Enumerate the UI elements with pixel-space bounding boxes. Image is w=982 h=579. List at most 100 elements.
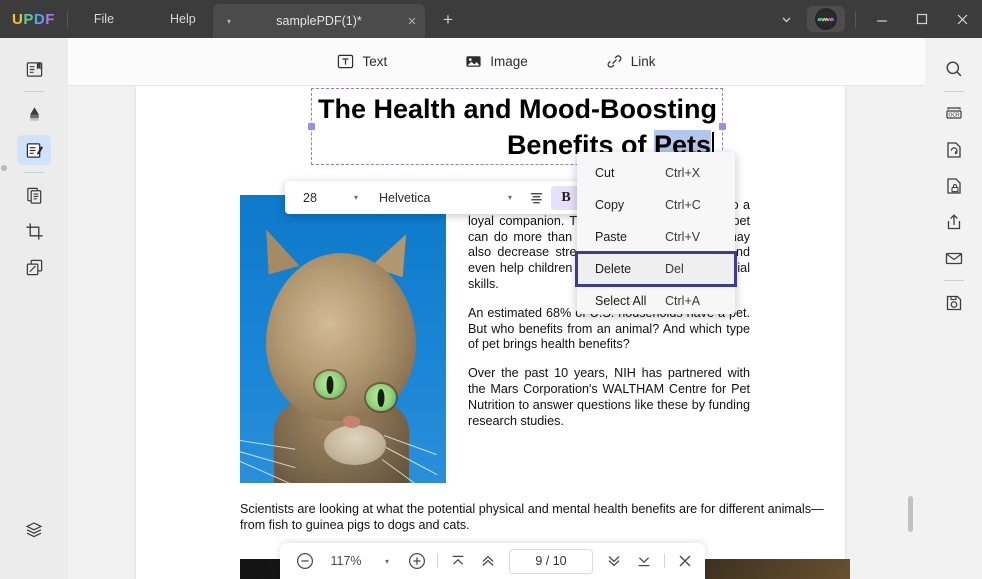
right-item-email[interactable] [937, 243, 971, 273]
comment-highlighter-icon [29, 106, 39, 121]
bold-label: B [561, 189, 571, 205]
link-icon [606, 53, 623, 70]
pdf-page[interactable]: The Health and Mood-Boosting Benefits of… [136, 86, 850, 579]
tab-dropdown-icon[interactable]: ▾ [219, 17, 239, 26]
align-button[interactable] [521, 186, 551, 210]
ocr-icon: OCR [945, 107, 962, 119]
resize-handle-right[interactable] [719, 123, 726, 130]
sidebar-item-layers[interactable] [17, 515, 51, 545]
delete-label: Delete [595, 262, 632, 276]
logo-letter-p: P [23, 10, 34, 28]
protect-lock-icon [946, 178, 961, 194]
close-toolbar-button[interactable] [670, 547, 700, 575]
sidebar-collapse-handle[interactable] [0, 156, 7, 182]
context-menu-item-delete[interactable]: Delete Del [575, 251, 737, 287]
zoom-out-icon [296, 552, 314, 570]
right-separator-2 [943, 280, 964, 281]
edit-toolbar: Text Image Link [68, 38, 925, 86]
image-tool[interactable]: Image [455, 48, 538, 75]
titlebar-divider [66, 10, 68, 28]
previous-page-button[interactable] [473, 547, 503, 575]
context-menu[interactable]: Cut Ctrl+X Copy Ctrl+C Paste Ctrl+V Dele… [575, 152, 737, 317]
zoom-out-button[interactable] [290, 547, 320, 575]
right-item-share[interactable] [937, 207, 971, 237]
context-menu-item-cut[interactable]: Cut Ctrl+X [577, 157, 735, 189]
last-page-icon [638, 557, 650, 567]
cat-photo[interactable] [240, 195, 446, 483]
select-all-label: Select All [595, 294, 647, 308]
font-size-value[interactable]: 28 [285, 191, 345, 205]
context-menu-item-select-all[interactable]: Select All Ctrl+A [577, 285, 735, 317]
bottom-divider-2 [664, 554, 665, 568]
ai-logo-icon [815, 8, 837, 30]
bottom-toolbar: 117% ▾ 9 / 10 [280, 543, 705, 579]
document-viewport[interactable]: The Health and Mood-Boosting Benefits of… [68, 86, 925, 579]
right-item-save[interactable] [937, 288, 971, 318]
font-family-dropdown-icon[interactable]: ▾ [499, 193, 521, 202]
link-tool[interactable]: Link [596, 48, 666, 75]
right-item-ocr[interactable]: OCR [937, 99, 971, 129]
menu-help[interactable]: Help [156, 7, 210, 31]
zoom-in-icon [408, 552, 426, 570]
sidebar-item-crop[interactable] [17, 216, 51, 246]
cat-eye-right [366, 384, 396, 411]
right-item-protect[interactable] [937, 171, 971, 201]
updf-ai-button[interactable] [807, 6, 845, 32]
document-scrollbar[interactable] [908, 496, 913, 532]
updf-logo[interactable]: U P D F [12, 11, 55, 28]
right-item-search[interactable] [937, 54, 971, 84]
convert-icon [946, 142, 961, 158]
font-family-value[interactable]: Helvetica [367, 191, 499, 205]
reader-icon [26, 61, 42, 77]
text-tool[interactable]: Text [327, 48, 397, 75]
paste-label: Paste [595, 230, 627, 244]
cat-eye-left [315, 371, 345, 398]
select-all-shortcut: Ctrl+A [665, 294, 701, 308]
copy-shortcut: Ctrl+C [665, 198, 701, 212]
cat-muzzle [324, 425, 386, 465]
sidebar-item-organize-pages[interactable] [17, 252, 51, 282]
sidebar-item-edit-pdf[interactable] [17, 135, 51, 165]
sidebar-item-reader[interactable] [17, 54, 51, 84]
resize-handle-left[interactable] [308, 123, 315, 130]
zoom-in-button[interactable] [402, 547, 432, 575]
tab-close-icon[interactable]: × [399, 14, 425, 29]
maximize-button[interactable] [902, 0, 942, 38]
full-width-paragraph: Scientists are looking at what the poten… [240, 502, 824, 532]
bottom-divider-1 [437, 554, 438, 568]
font-size-dropdown-icon[interactable]: ▾ [345, 193, 367, 202]
copy-label: Copy [595, 198, 625, 212]
align-center-icon [530, 193, 542, 204]
new-tab-button[interactable]: + [438, 10, 458, 30]
tab-title: samplePDF(1)* [276, 14, 362, 28]
search-icon [946, 61, 961, 77]
logo-letter-f: F [45, 10, 55, 28]
page-tools-icon [26, 187, 41, 204]
minimize-button[interactable] [862, 0, 902, 38]
zoom-dropdown-icon[interactable]: ▾ [372, 547, 402, 575]
context-menu-item-paste[interactable]: Paste Ctrl+V [577, 221, 735, 253]
email-icon [945, 252, 962, 265]
zoom-level-value[interactable]: 117% [320, 554, 372, 568]
next-page-button[interactable] [599, 547, 629, 575]
link-tool-label: Link [630, 54, 656, 69]
right-item-convert[interactable] [937, 135, 971, 165]
close-button[interactable] [942, 0, 982, 38]
save-icon [946, 295, 961, 311]
last-page-button[interactable] [629, 547, 659, 575]
text-format-toolbar: 28 ▾ Helvetica ▾ B [285, 181, 590, 214]
sidebar-item-page-tools[interactable] [17, 180, 51, 210]
paste-shortcut: Ctrl+V [665, 230, 701, 244]
context-menu-item-copy[interactable]: Copy Ctrl+C [577, 189, 735, 221]
sidebar-item-comment[interactable] [17, 99, 51, 129]
menu-file[interactable]: File [80, 7, 128, 31]
chevron-down-icon[interactable] [769, 0, 803, 38]
page-indicator[interactable]: 9 / 10 [509, 548, 593, 574]
chevron-down-double-icon [608, 556, 620, 567]
window-controls [769, 0, 982, 38]
document-tab[interactable]: ▾ samplePDF(1)* × [213, 4, 425, 38]
first-page-button[interactable] [443, 547, 473, 575]
share-icon [947, 214, 960, 230]
crop-icon [25, 222, 43, 240]
cat-head [240, 253, 438, 483]
